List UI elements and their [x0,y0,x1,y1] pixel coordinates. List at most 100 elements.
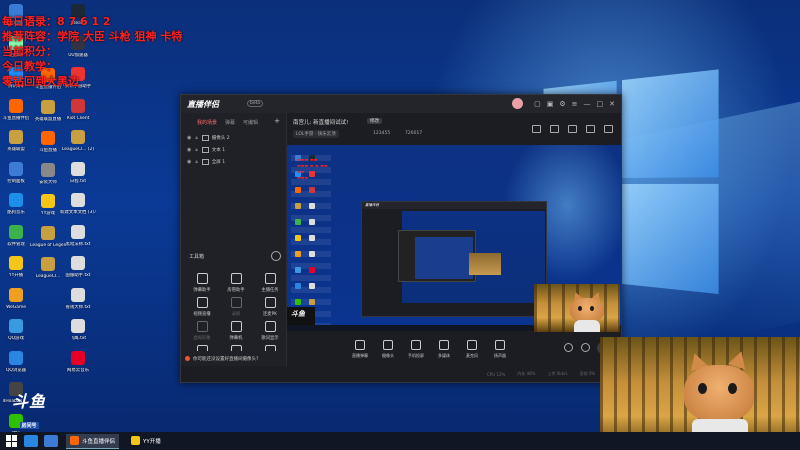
gift-icon[interactable] [532,125,541,133]
bottom-tool-button[interactable]: 多媒体 [433,340,455,359]
desktop-icon-label: 斗鱼直播 [30,148,66,154]
warning-icon [185,356,190,361]
source-row[interactable]: ◉ 🔒︎ 全屏 1 [181,156,286,168]
app-icon [9,130,23,144]
toolbox-item[interactable]: 歌词显示 [255,321,285,341]
modify-title-button[interactable]: 修改 [367,118,382,124]
overlay-line-4: 今日教学： [2,59,182,74]
room-id: 123455 [373,131,390,136]
desktop-icon-label: League of Legends [30,243,66,249]
toolbox-settings-icon[interactable] [271,251,281,261]
tool-label: 视频直播 [187,311,217,317]
toolbox-item[interactable]: 主播任务 [255,273,285,293]
desktop-icon-label: 省钱大师.txt [60,305,96,311]
settings-icon[interactable]: ⚙ [559,100,565,108]
tool-label: 弹幕助手 [187,287,217,293]
room-title: 南宫儿: 新直播间试试! [293,118,348,126]
taskbar-app[interactable]: YY开播 [127,434,165,448]
message-icon[interactable] [568,125,577,133]
menu-icon[interactable]: ≡ [572,100,578,108]
desktop-icon-label: YY开播 [0,273,34,279]
room-category[interactable]: LOL手游 · 快乐云顶 [293,130,339,138]
visibility-icon[interactable]: ◉ [187,159,191,165]
close-icon[interactable]: ✕ [609,100,615,108]
avatar[interactable] [512,98,523,109]
source-row[interactable]: ◉ 🔒︎ 摄像头 2 [181,132,286,144]
toolbox-title: 工具箱 [189,253,204,260]
camera-notice[interactable]: 你可能还没设置好直播间摄像头? [181,351,286,366]
scene-tabs: 我的场景 弹幕 可编辑 + [181,113,286,126]
lock-icon[interactable]: 🔒︎ [195,135,197,141]
desktop-icon-label: 酷狗音乐 [0,210,34,216]
tool-icon [265,273,276,284]
bottom-tool-button[interactable]: 直播弹幕 [349,340,371,359]
tab-danmaku[interactable]: 弹幕 [225,119,235,126]
tool-label: 歌词显示 [255,335,285,341]
tool-icon [231,273,242,284]
bottom-tool-button[interactable]: 扬声器 [489,340,511,359]
app-icon [71,162,85,176]
tool-label: 录屏 [221,311,251,317]
chat-icon[interactable]: ▢ [534,100,541,108]
lock-icon[interactable]: 🔒︎ [195,159,197,165]
visibility-icon[interactable]: ◉ [187,147,191,153]
bottom-tool-icon [383,340,393,350]
desktop-icon-label: QQ浏览器 [0,368,34,374]
bottom-tool-button[interactable]: 摄像头 [377,340,399,359]
tab-scenes[interactable]: 我的场景 [197,119,217,126]
file-explorer-icon[interactable] [44,435,58,447]
app-icon [9,256,23,270]
webcam-overlay-small [534,284,620,332]
desktop-icon[interactable]: LeagueCl... [30,253,66,289]
overlay-line-3: 当前积分： [2,44,182,59]
nested-preview-window: 直播伴侣 [361,201,547,317]
toolbox-item[interactable]: 弹幕助手 [187,273,217,293]
toolbox-item[interactable]: 弹幕机 [221,321,251,341]
desktop: 此电脑 回收站 腾讯QQ 斗鱼直播伴侣 英雄联盟 控制面板 酷狗音乐 软件管理 YY开播 WeGa… [0,0,800,450]
taskbar-app-icon [70,436,79,445]
desktop-icon[interactable]: 网易云音乐 [60,347,96,383]
bottom-tool-button[interactable]: 麦克风 [461,340,483,359]
source-row[interactable]: ◉ 🔒︎ 文本 1 [181,144,286,156]
app-icon [71,351,85,365]
tab-editable[interactable]: 可编辑 [243,119,258,126]
lock-icon[interactable] [550,125,559,133]
app-icon [41,257,55,271]
start-icon[interactable] [6,435,18,447]
overlay-line-2: 推荐阵容：学院 大臣 斗枪 狙神 卡特 [2,29,182,44]
app-icon [9,288,23,302]
app-icon [71,256,85,270]
live-companion-window: 直播伴侣 beta ▢ ▣ ⚙ ≡ — □ ✕ 我的场景 弹幕 可编辑 + ◉ … [180,94,622,383]
toolbox-item[interactable]: 房管助手 [221,273,251,293]
browser-icon[interactable] [24,435,38,447]
bottom-tool-label: 手机投屏 [405,353,427,359]
screenshot-icon[interactable] [581,343,590,352]
app-icon [71,225,85,239]
upload-status: 上传 0kb/s [547,371,567,377]
record-icon[interactable] [564,343,573,352]
lock-icon[interactable]: 🔒︎ [195,147,197,153]
bell-icon[interactable] [586,125,595,133]
add-scene-icon[interactable]: + [274,119,280,126]
app-logo: 直播伴侣 [187,99,219,110]
douyu-room-tag: 房间号 [20,422,39,429]
app-icon [9,225,23,239]
source-label: 全屏 1 [212,159,225,165]
bottom-tool-icon [495,340,505,350]
maximize-icon[interactable]: □ [597,100,604,108]
minimize-icon[interactable]: — [584,100,591,108]
toolbox-item[interactable]: 视频直播 [187,297,217,317]
share-icon[interactable] [604,125,613,133]
toolbox-item[interactable]: 连麦PK [255,297,285,317]
toolbox-item[interactable]: 录屏 [221,297,251,317]
gift-icon[interactable]: ▣ [547,100,554,108]
tool-label: 主播任务 [255,287,285,293]
screen-source-icon [202,159,209,165]
bottom-tool-button[interactable]: 手机投屏 [405,340,427,359]
taskbar-app[interactable]: 斗鱼直播伴侣 [66,434,119,449]
memory-status: 内存 48% [517,371,535,377]
visibility-icon[interactable]: ◉ [187,135,191,141]
toolbox-item[interactable]: 虚拟形象 [187,321,217,341]
douyu-logo: 斗鱼 [12,388,46,412]
bottom-tool-label: 摄像头 [377,353,399,359]
